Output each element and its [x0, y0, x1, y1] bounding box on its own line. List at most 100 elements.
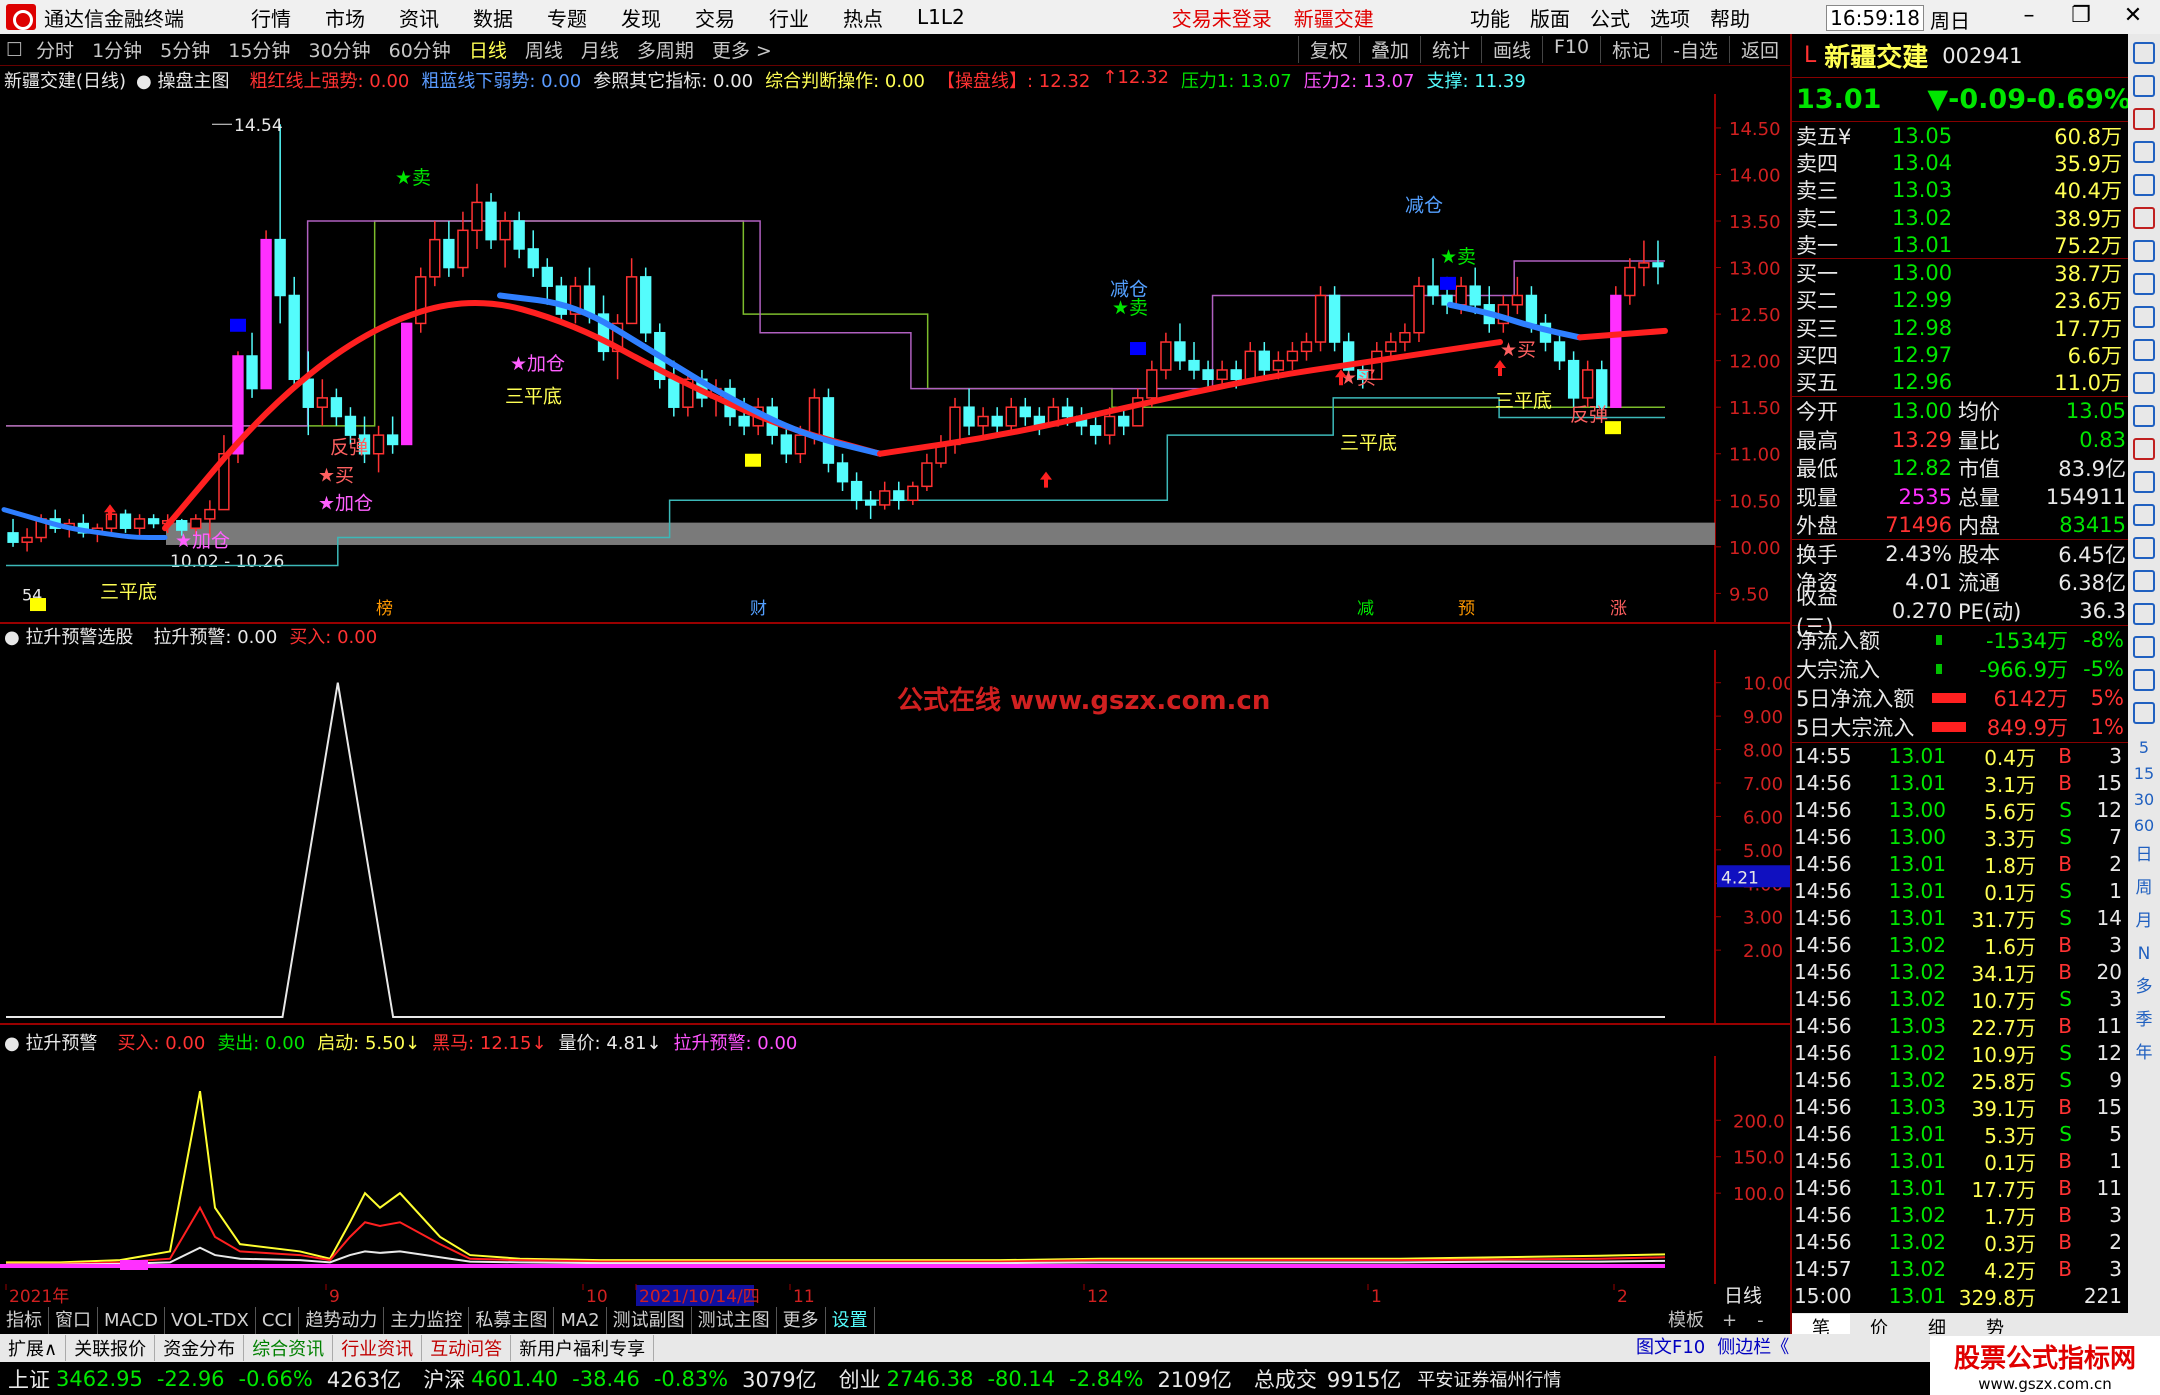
ask-row[interactable]: 卖一 13.01 75.2万: [1792, 231, 2128, 258]
bid-row[interactable]: 买一 13.00 38.7万: [1792, 259, 2128, 286]
side-tool-icon[interactable]: [2133, 405, 2155, 427]
side-tool-icon[interactable]: [2133, 537, 2155, 559]
ask-row[interactable]: 卖三 13.03 40.4万: [1792, 177, 2128, 204]
sub2-name[interactable]: ● 拉升预警: [4, 1029, 107, 1055]
bid-row[interactable]: 买二 12.99 23.6万: [1792, 287, 2128, 314]
side-period-number[interactable]: 5: [2128, 735, 2160, 761]
main-formula-name[interactable]: ● 操盘主图: [136, 67, 239, 93]
restore-icon[interactable]: ❐: [2066, 3, 2096, 29]
menu-options[interactable]: 选项: [1640, 3, 1700, 32]
tick-list[interactable]: 14:55 13.01 0.4万 B 3 14:56 13.01 3.1万 B 15 14:56 13…: [1792, 743, 2128, 1310]
menu-quotes[interactable]: 行情: [234, 3, 308, 32]
menu-formula[interactable]: 公式: [1580, 3, 1640, 32]
sub1-chart[interactable]: 10.009.008.007.006.005.004.003.002.004.2…: [0, 650, 1790, 1025]
period-more[interactable]: 更多 >: [703, 36, 781, 63]
side-tool-icon[interactable]: [2133, 75, 2155, 97]
side-period-label[interactable]: 季: [2128, 1004, 2160, 1037]
side-tool-icon[interactable]: [2133, 306, 2155, 328]
extension-tab[interactable]: 行业资讯: [333, 1335, 423, 1361]
side-tool-icon[interactable]: [2133, 372, 2155, 394]
sidebar-link[interactable]: 侧边栏《: [1711, 1334, 1795, 1362]
indicator-tab[interactable]: 窗口: [49, 1307, 98, 1334]
collapse-icon[interactable]: ☐: [0, 39, 27, 61]
menu-layout[interactable]: 版面: [1520, 3, 1580, 32]
side-tool-icon[interactable]: [2133, 636, 2155, 658]
side-tool-icon[interactable]: [2133, 207, 2155, 229]
period-weekly[interactable]: 周线: [516, 36, 572, 63]
side-period-label[interactable]: 周: [2128, 872, 2160, 905]
template-button[interactable]: 模板: [1660, 1307, 1712, 1334]
bid-row[interactable]: 买五 12.96 11.0万: [1792, 369, 2128, 396]
side-tool-icon[interactable]: [2133, 108, 2155, 130]
menu-help[interactable]: 帮助: [1700, 3, 1760, 32]
side-period-number[interactable]: 15: [2128, 761, 2160, 787]
side-tool-icon[interactable]: [2133, 702, 2155, 724]
menu-function[interactable]: 功能: [1460, 3, 1520, 32]
tool-draw[interactable]: 画线: [1480, 36, 1542, 63]
side-period-label[interactable]: 月: [2128, 905, 2160, 938]
side-period-label[interactable]: 年: [2128, 1037, 2160, 1070]
period-multi[interactable]: 多周期: [628, 36, 703, 63]
side-tool-icon[interactable]: [2133, 141, 2155, 163]
indicator-tab[interactable]: 指标: [0, 1307, 49, 1334]
tool-mark[interactable]: 标记: [1600, 36, 1661, 63]
tool-adjust[interactable]: 复权: [1297, 36, 1359, 63]
menu-hot[interactable]: 热点: [826, 3, 900, 32]
sub1-name[interactable]: ● 拉升预警选股: [4, 623, 143, 649]
period-intraday[interactable]: 分时: [27, 36, 83, 63]
side-period-label[interactable]: 多: [2128, 971, 2160, 1004]
period-1min[interactable]: 1分钟: [83, 36, 151, 63]
side-tool-icon[interactable]: [2133, 570, 2155, 592]
side-tool-icon[interactable]: [2133, 438, 2155, 460]
indicator-tab[interactable]: VOL-TDX: [165, 1307, 256, 1334]
extension-tab[interactable]: 资金分布: [155, 1335, 245, 1361]
side-tool-icon[interactable]: [2133, 240, 2155, 262]
indicator-tab[interactable]: 私募主图: [469, 1307, 555, 1334]
tool-stats[interactable]: 统计: [1419, 36, 1481, 63]
main-candlestick-chart[interactable]: 14.50 14.00 13.50 13.00 12.50 12.00 11.50 11.00…: [0, 94, 1790, 624]
extension-tab[interactable]: 互动问答: [422, 1335, 512, 1361]
indicator-tab[interactable]: MA2: [554, 1307, 607, 1334]
indicator-tab[interactable]: 更多: [777, 1307, 826, 1334]
extension-tab[interactable]: 关联报价: [66, 1335, 156, 1361]
side-tool-icon[interactable]: [2133, 504, 2155, 526]
side-period-label[interactable]: 日: [2128, 839, 2160, 872]
tool-overlay[interactable]: 叠加: [1358, 36, 1420, 63]
side-tool-icon[interactable]: [2133, 42, 2155, 64]
bid-row[interactable]: 买四 12.97 6.6万: [1792, 341, 2128, 368]
indicator-tab[interactable]: 测试主图: [692, 1307, 777, 1334]
period-30min[interactable]: 30分钟: [299, 36, 379, 63]
menu-trade[interactable]: 交易: [678, 3, 752, 32]
ask-row[interactable]: 卖五¥ 13.05 60.8万: [1792, 122, 2128, 149]
menu-industry[interactable]: 行业: [752, 3, 826, 32]
period-monthly[interactable]: 月线: [572, 36, 628, 63]
side-tool-icon[interactable]: [2133, 603, 2155, 625]
trade-login-status[interactable]: 交易未登录: [1172, 3, 1272, 32]
side-period-number[interactable]: 30: [2128, 787, 2160, 813]
f10-link[interactable]: 图文F10: [1630, 1334, 1711, 1362]
side-tool-icon[interactable]: [2133, 471, 2155, 493]
period-15min[interactable]: 15分钟: [219, 36, 299, 63]
menu-market[interactable]: 市场: [308, 3, 382, 32]
indicator-tab[interactable]: CCI: [256, 1307, 300, 1334]
menu-news[interactable]: 资讯: [382, 3, 456, 32]
period-5min[interactable]: 5分钟: [151, 36, 219, 63]
close-icon[interactable]: ✕: [2118, 3, 2148, 29]
period-60min[interactable]: 60分钟: [380, 36, 460, 63]
indicator-tab[interactable]: 设置: [826, 1307, 875, 1334]
indicator-tab[interactable]: 测试副图: [607, 1307, 692, 1334]
side-tool-icon[interactable]: [2133, 339, 2155, 361]
extension-tab[interactable]: 综合资讯: [244, 1335, 334, 1361]
side-tool-icon[interactable]: [2133, 174, 2155, 196]
extension-tab[interactable]: 新用户福利专享: [511, 1335, 655, 1361]
menu-topics[interactable]: 专题: [530, 3, 604, 32]
side-period-label[interactable]: N: [2128, 938, 2160, 971]
remove-window-button[interactable]: -: [1747, 1307, 1774, 1334]
indicator-tab[interactable]: MACD: [98, 1307, 165, 1334]
ask-row[interactable]: 卖四 13.04 35.9万: [1792, 149, 2128, 176]
bid-row[interactable]: 买三 12.98 17.7万: [1792, 314, 2128, 341]
side-tool-icon[interactable]: [2133, 273, 2155, 295]
tool-back[interactable]: 返回: [1728, 36, 1790, 63]
indicator-tab[interactable]: 趋势动力: [299, 1307, 385, 1334]
ask-row[interactable]: 卖二 13.02 38.9万: [1792, 204, 2128, 231]
